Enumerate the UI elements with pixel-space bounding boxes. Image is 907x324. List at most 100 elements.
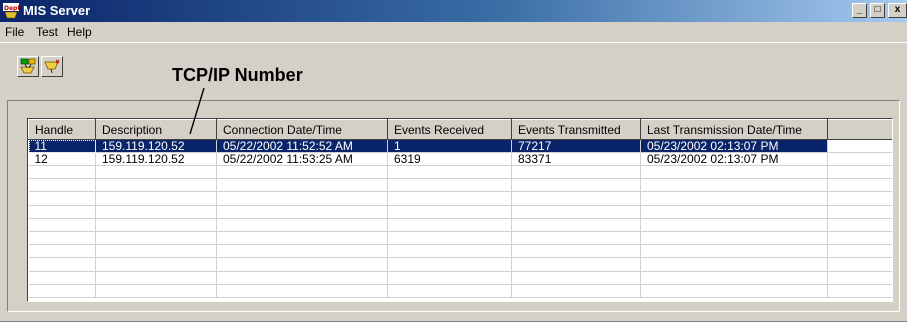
empty-rows	[28, 165, 892, 298]
menu-bar: File Test Help	[0, 22, 907, 42]
empty-cell	[216, 205, 388, 219]
cell-last-transmission: 05/23/2002 02:13:07 PM	[640, 152, 828, 166]
empty-cell	[640, 191, 828, 206]
empty-cell	[511, 191, 641, 206]
empty-cell	[387, 271, 512, 285]
empty-cell	[387, 165, 512, 180]
empty-cell	[387, 257, 512, 272]
maximize-button[interactable]: □	[870, 3, 885, 18]
cell-handle: 12	[28, 152, 96, 166]
empty-cell	[827, 218, 892, 232]
connections-listview[interactable]: Handle Description Connection Date/Time …	[27, 118, 893, 302]
svg-text:Dept: Dept	[4, 5, 19, 12]
window-title: MIS Server	[23, 3, 91, 18]
empty-cell	[387, 231, 512, 246]
cell-connection-date-time: 05/22/2002 11:53:25 AM	[216, 152, 388, 166]
empty-table-row	[28, 191, 892, 206]
empty-cell	[216, 165, 388, 180]
empty-table-row	[28, 284, 892, 298]
mis-server-window: Dept MIS Server _ □ x File Test Help TCP…	[0, 0, 907, 322]
minimize-button[interactable]: _	[852, 3, 867, 18]
close-button[interactable]: x	[888, 3, 907, 18]
cell-blank	[827, 139, 892, 153]
empty-cell	[95, 218, 217, 232]
menu-help[interactable]: Help	[67, 25, 92, 39]
empty-cell	[28, 231, 96, 246]
empty-table-row	[28, 271, 892, 285]
empty-cell	[216, 218, 388, 232]
empty-cell	[640, 231, 828, 246]
empty-cell	[511, 218, 641, 232]
empty-cell	[28, 205, 96, 219]
empty-cell	[640, 257, 828, 272]
empty-cell	[28, 165, 96, 180]
empty-table-row	[28, 218, 892, 232]
empty-cell	[95, 191, 217, 206]
empty-cell	[511, 178, 641, 193]
empty-cell	[95, 244, 217, 259]
cell-events-received: 1	[387, 139, 512, 153]
disconnect-button[interactable]	[41, 56, 63, 77]
empty-cell	[387, 218, 512, 232]
connections-table: Handle Description Connection Date/Time …	[28, 119, 892, 298]
empty-cell	[28, 191, 96, 206]
cell-handle: 11	[28, 139, 96, 153]
table-row[interactable]: 11 159.119.120.52 05/22/2002 11:52:52 AM…	[28, 139, 892, 153]
empty-cell	[511, 231, 641, 246]
empty-cell	[95, 271, 217, 285]
empty-cell	[640, 284, 828, 298]
empty-table-row	[28, 178, 892, 193]
empty-cell	[95, 165, 217, 180]
column-header-connection-date-time[interactable]: Connection Date/Time	[216, 119, 388, 140]
column-header-handle[interactable]: Handle	[28, 119, 96, 140]
tcp-ip-annotation: TCP/IP Number	[172, 65, 303, 85]
empty-table-row	[28, 257, 892, 272]
empty-cell	[827, 205, 892, 219]
column-header-events-received[interactable]: Events Received	[387, 119, 512, 140]
empty-cell	[827, 231, 892, 246]
column-header-events-transmitted[interactable]: Events Transmitted	[511, 119, 641, 140]
cell-events-transmitted: 83371	[511, 152, 641, 166]
table-row[interactable]: 12 159.119.120.52 05/22/2002 11:53:25 AM…	[28, 152, 892, 166]
empty-cell	[640, 165, 828, 180]
empty-cell	[511, 257, 641, 272]
empty-cell	[827, 165, 892, 180]
menu-file[interactable]: File	[5, 25, 24, 39]
empty-cell	[28, 218, 96, 232]
empty-cell	[216, 284, 388, 298]
toolbar: TCP/IP Number	[0, 42, 907, 100]
empty-cell	[511, 205, 641, 219]
empty-cell	[827, 178, 892, 193]
empty-table-row	[28, 205, 892, 219]
empty-table-row	[28, 244, 892, 259]
empty-cell	[827, 191, 892, 206]
column-header-description[interactable]: Description	[95, 119, 217, 140]
column-header-blank[interactable]	[827, 119, 892, 140]
empty-cell	[827, 284, 892, 298]
empty-cell	[216, 178, 388, 193]
empty-cell	[387, 178, 512, 193]
empty-table-row	[28, 231, 892, 246]
empty-cell	[387, 244, 512, 259]
network-disconnect-icon	[44, 59, 60, 74]
empty-cell	[216, 231, 388, 246]
empty-cell	[640, 271, 828, 285]
empty-cell	[28, 178, 96, 193]
empty-cell	[28, 257, 96, 272]
menu-test[interactable]: Test	[36, 25, 58, 39]
empty-cell	[511, 284, 641, 298]
empty-cell	[95, 231, 217, 246]
empty-cell	[95, 284, 217, 298]
cell-connection-date-time: 05/22/2002 11:52:52 AM	[216, 139, 388, 153]
column-header-last-transmission[interactable]: Last Transmission Date/Time	[640, 119, 828, 140]
empty-cell	[640, 205, 828, 219]
cell-events-transmitted: 77217	[511, 139, 641, 153]
empty-cell	[511, 244, 641, 259]
empty-cell	[827, 257, 892, 272]
connect-button[interactable]	[17, 56, 39, 77]
empty-cell	[511, 271, 641, 285]
empty-cell	[216, 244, 388, 259]
empty-cell	[387, 205, 512, 219]
title-bar[interactable]: Dept MIS Server _ □ x	[0, 0, 907, 22]
empty-cell	[95, 205, 217, 219]
